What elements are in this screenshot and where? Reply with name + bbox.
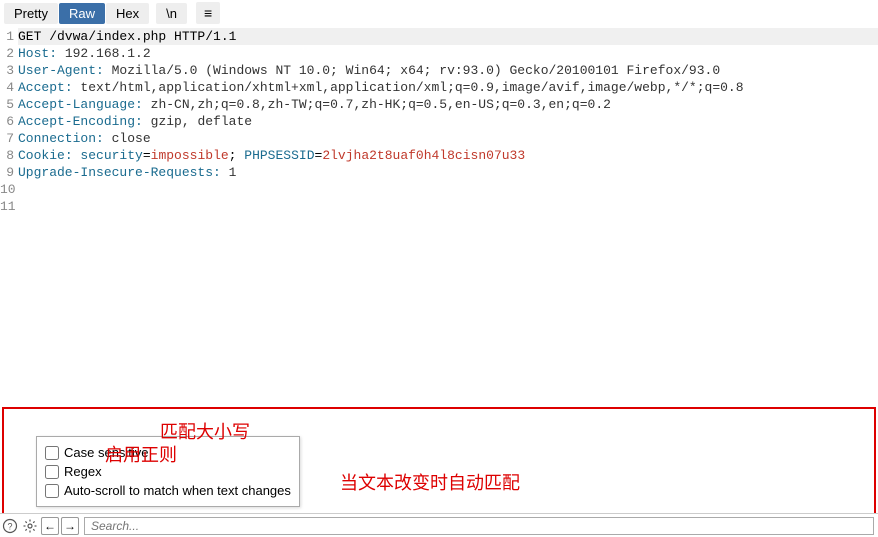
search-options-popup: Case sensitive Regex Auto-scroll to matc… bbox=[36, 436, 300, 507]
header-line: Upgrade-Insecure-Requests: 1 bbox=[18, 164, 878, 181]
header-line: Host: 192.168.1.2 bbox=[18, 45, 878, 62]
cookie-line: Cookie: security=impossible; PHPSESSID=2… bbox=[18, 147, 878, 164]
autoscroll-label: Auto-scroll to match when text changes bbox=[64, 483, 291, 498]
tab-pretty[interactable]: Pretty bbox=[4, 3, 58, 24]
tab-hex[interactable]: Hex bbox=[106, 3, 149, 24]
header-line: User-Agent: Mozilla/5.0 (Windows NT 10.0… bbox=[18, 62, 878, 79]
line-number: 1 bbox=[0, 28, 18, 45]
chevron-right-icon: → bbox=[64, 520, 76, 532]
regex-checkbox[interactable] bbox=[45, 465, 59, 479]
case-sensitive-checkbox[interactable] bbox=[45, 446, 59, 460]
request-line: GET /dvwa/index.php HTTP/1.1 bbox=[18, 28, 878, 45]
regex-label: Regex bbox=[64, 464, 102, 479]
prev-match-button[interactable]: ← bbox=[41, 517, 59, 535]
svg-text:?: ? bbox=[7, 521, 12, 531]
chevron-left-icon: ← bbox=[44, 520, 56, 532]
gear-icon bbox=[22, 518, 38, 534]
view-toolbar: Pretty Raw Hex \n ≡ bbox=[0, 0, 878, 26]
line-number: 11 bbox=[0, 198, 18, 215]
help-icon: ? bbox=[2, 518, 18, 534]
regex-option[interactable]: Regex bbox=[45, 462, 291, 481]
line-number: 2 bbox=[0, 45, 18, 62]
next-match-button[interactable]: → bbox=[61, 517, 79, 535]
line-number: 5 bbox=[0, 96, 18, 113]
search-input[interactable] bbox=[84, 517, 874, 535]
help-button[interactable]: ? bbox=[0, 515, 20, 537]
line-number: 6 bbox=[0, 113, 18, 130]
line-number: 9 bbox=[0, 164, 18, 181]
newline-toggle-button[interactable]: \n bbox=[156, 3, 187, 24]
header-line: Accept-Encoding: gzip, deflate bbox=[18, 113, 878, 130]
header-line: Connection: close bbox=[18, 130, 878, 147]
case-sensitive-label: Case sensitive bbox=[64, 445, 149, 460]
http-raw-editor[interactable]: 1GET /dvwa/index.php HTTP/1.1 2Host: 192… bbox=[0, 26, 878, 215]
search-bar: ? ← → bbox=[0, 513, 878, 537]
line-number: 10 bbox=[0, 181, 18, 198]
header-line: Accept: text/html,application/xhtml+xml,… bbox=[18, 79, 878, 96]
line-number: 7 bbox=[0, 130, 18, 147]
line-number: 8 bbox=[0, 147, 18, 164]
line-number: 4 bbox=[0, 79, 18, 96]
autoscroll-checkbox[interactable] bbox=[45, 484, 59, 498]
hamburger-menu-button[interactable]: ≡ bbox=[196, 2, 220, 24]
annotation-autoscroll: 当文本改变时自动匹配 bbox=[340, 469, 520, 495]
tab-raw[interactable]: Raw bbox=[59, 3, 105, 24]
case-sensitive-option[interactable]: Case sensitive bbox=[45, 443, 291, 462]
line-number: 3 bbox=[0, 62, 18, 79]
settings-button[interactable] bbox=[20, 515, 40, 537]
header-line: Accept-Language: zh-CN,zh;q=0.8,zh-TW;q=… bbox=[18, 96, 878, 113]
autoscroll-option[interactable]: Auto-scroll to match when text changes bbox=[45, 481, 291, 500]
